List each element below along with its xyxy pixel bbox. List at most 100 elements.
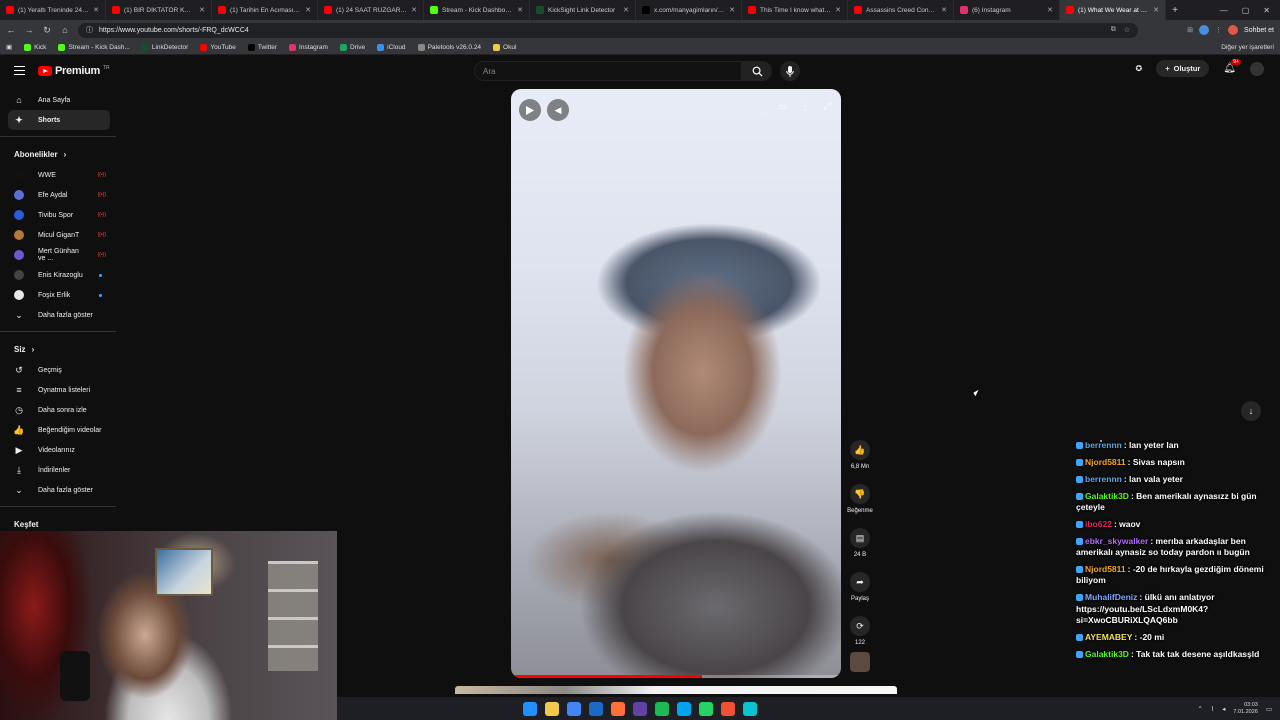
- voice-search-button[interactable]: [780, 61, 800, 81]
- hamburger-menu-icon[interactable]: [14, 66, 25, 75]
- tab-close-icon[interactable]: ✕: [1047, 6, 1053, 14]
- cast-icon[interactable]: ✪: [1136, 64, 1143, 73]
- home-browser-icon[interactable]: ⌂: [60, 25, 70, 35]
- subscription-item[interactable]: Enis Kirazoglu: [0, 265, 116, 285]
- bookmark-item[interactable]: Okul: [493, 43, 516, 51]
- new-tab-button[interactable]: +: [1166, 5, 1184, 16]
- maximize-icon[interactable]: ▢: [1242, 6, 1250, 15]
- taskbar-app-icon[interactable]: [523, 701, 537, 716]
- tray-chevron-icon[interactable]: ⌃: [1197, 705, 1202, 713]
- you-heading[interactable]: Siz ›: [0, 338, 116, 360]
- taskbar-app-icon[interactable]: [611, 701, 625, 716]
- bookmark-item[interactable]: iCloud: [377, 43, 406, 51]
- browser-tab[interactable]: Assassins Creed Connor Hide✕: [848, 0, 954, 20]
- notifications-tray-icon[interactable]: ▭: [1266, 705, 1272, 713]
- sidebar-item-ana-sayfa[interactable]: ⌂ Ana Sayfa: [0, 90, 116, 110]
- comments-button[interactable]: ▤ 24 B: [850, 528, 870, 558]
- youtube-logo[interactable]: Premium TR: [38, 65, 110, 77]
- bookmark-item[interactable]: Instagram: [289, 43, 328, 51]
- clock[interactable]: 03:03 7.01.2026: [1233, 702, 1257, 715]
- taskbar-app-icon[interactable]: [699, 701, 713, 716]
- browser-tab[interactable]: (1) Tarihin En Acımasız Diktat ✕: [212, 0, 318, 20]
- browser-tab[interactable]: (6) Instagram ✕: [954, 0, 1060, 20]
- tab-close-icon[interactable]: ✕: [517, 6, 523, 14]
- browser-tab[interactable]: (1) Yeraltı Treninde 24 Saat H ✕: [0, 0, 106, 20]
- subscription-item[interactable]: Mert Günhan ve ... ((•)): [0, 245, 116, 265]
- sidebar-item-you[interactable]: ⌄ Daha fazla göster: [0, 480, 116, 500]
- tab-close-icon[interactable]: ✕: [729, 6, 735, 14]
- chat-label[interactable]: Sohbet et: [1244, 27, 1274, 34]
- share-button[interactable]: ➦ Paylaş: [850, 572, 870, 602]
- taskbar-app-icon[interactable]: [567, 701, 581, 716]
- next-short-button[interactable]: ↓: [1241, 401, 1261, 421]
- tab-close-icon[interactable]: ✕: [1153, 6, 1159, 14]
- fullscreen-icon[interactable]: ⤢: [824, 101, 831, 112]
- install-icon[interactable]: ⧉: [1111, 26, 1116, 34]
- site-info-icon[interactable]: ⓘ: [86, 25, 93, 35]
- search-button[interactable]: [742, 61, 772, 81]
- subscription-item[interactable]: WWE ((•)): [0, 165, 116, 185]
- browser-tab[interactable]: This Time I know what to do✕: [742, 0, 848, 20]
- video-progress-bar[interactable]: [511, 675, 841, 678]
- play-button[interactable]: [519, 99, 541, 121]
- search-input[interactable]: Ara: [474, 61, 742, 81]
- subs-show-more[interactable]: ⌄ Daha fazla göster: [0, 305, 116, 325]
- subscription-item[interactable]: Tivibu Spor ((•)): [0, 205, 116, 225]
- reload-icon[interactable]: ↻: [42, 25, 52, 36]
- browser-tab[interactable]: (1) 24 SAAT RÜZGAR TÜRBİ ✕: [318, 0, 424, 20]
- bookmark-item[interactable]: Twitter: [247, 43, 277, 51]
- dislike-button[interactable]: 👎 Beğenme: [847, 484, 873, 514]
- tab-close-icon[interactable]: ✕: [199, 6, 205, 14]
- channel-thumbnail[interactable]: [850, 652, 870, 672]
- remix-button[interactable]: ⟳ 122: [850, 616, 870, 646]
- notifications-button[interactable]: 🔔︎ 9+: [1223, 59, 1241, 74]
- apps-icon[interactable]: ▣: [6, 43, 12, 51]
- taskbar-app-icon[interactable]: [655, 701, 669, 716]
- tab-close-icon[interactable]: ✕: [835, 6, 841, 14]
- back-icon[interactable]: ←: [6, 25, 16, 35]
- taskbar-app-icon[interactable]: [633, 701, 647, 716]
- tab-close-icon[interactable]: ✕: [93, 6, 99, 14]
- browser-tab[interactable]: KickSight Link Detector ✕: [530, 0, 636, 20]
- forward-icon[interactable]: →: [24, 25, 34, 35]
- subscriptions-heading[interactable]: Abonelikler ›: [0, 143, 116, 165]
- extensions-icon[interactable]: ⊞: [1187, 26, 1193, 34]
- close-window-icon[interactable]: ✕: [1263, 6, 1270, 15]
- sidebar-item-you[interactable]: 👍 Beğendiğim videolar: [0, 420, 116, 440]
- bookmark-star-icon[interactable]: ☆: [1124, 26, 1130, 34]
- browser-tab[interactable]: (1) BİR DİKTATÖR KAÇIRILIRS ✕: [106, 0, 212, 20]
- other-bookmarks[interactable]: Diğer yer işaretleri: [1221, 44, 1274, 51]
- sidebar-item-you[interactable]: ≡ Oynatma listeleri: [0, 380, 116, 400]
- browser-tab[interactable]: (1) What We Wear at -71 ✕: [1060, 0, 1166, 20]
- subscription-item[interactable]: Micul GiganT ((•)): [0, 225, 116, 245]
- sidebar-item-you[interactable]: ◷ Daha sonra izle: [0, 400, 116, 420]
- more-options-icon[interactable]: ⋮: [801, 101, 810, 112]
- bookmark-item[interactable]: Drive: [339, 43, 365, 51]
- bookmark-item[interactable]: LinkDetector: [141, 43, 188, 51]
- bookmark-item[interactable]: YouTube: [200, 43, 236, 51]
- like-button[interactable]: 👍 6,8 Mn: [850, 440, 870, 470]
- bookmark-item[interactable]: Paletools v26.0.24: [417, 43, 481, 51]
- tab-close-icon[interactable]: ✕: [623, 6, 629, 14]
- sidebar-item-you[interactable]: ▶ Videolarınız: [0, 440, 116, 460]
- menu-icon[interactable]: ⋮: [1215, 26, 1222, 34]
- create-button[interactable]: + Oluştur: [1156, 60, 1210, 77]
- url-field[interactable]: ⓘ https://www.youtube.com/shorts/-FRQ_dc…: [78, 22, 1138, 38]
- captions-icon[interactable]: ▭: [778, 101, 787, 112]
- tab-close-icon[interactable]: ✕: [411, 6, 417, 14]
- bookmark-item[interactable]: Kick: [24, 43, 46, 51]
- minimize-icon[interactable]: —: [1220, 6, 1228, 15]
- taskbar-app-icon[interactable]: [589, 701, 603, 716]
- sidebar-item-shorts[interactable]: ✦ Shorts: [8, 110, 110, 130]
- bookmark-item[interactable]: Stream - Kick Dash...: [58, 43, 130, 51]
- tab-close-icon[interactable]: ✕: [305, 6, 311, 14]
- taskbar-app-icon[interactable]: [721, 701, 735, 716]
- tab-close-icon[interactable]: ✕: [941, 6, 947, 14]
- browser-tab[interactable]: Stream - Kick Dashboard ✕: [424, 0, 530, 20]
- subscription-item[interactable]: Foşix Erlik: [0, 285, 116, 305]
- account-avatar[interactable]: [1250, 61, 1264, 76]
- short-video-player[interactable]: ◀︎ ▭ ⋮ ⤢: [511, 89, 841, 678]
- network-icon[interactable]: ⌇: [1211, 705, 1214, 713]
- taskbar-app-icon[interactable]: [677, 701, 691, 716]
- sidebar-item-you[interactable]: ⤓ İndirilenler: [0, 460, 116, 480]
